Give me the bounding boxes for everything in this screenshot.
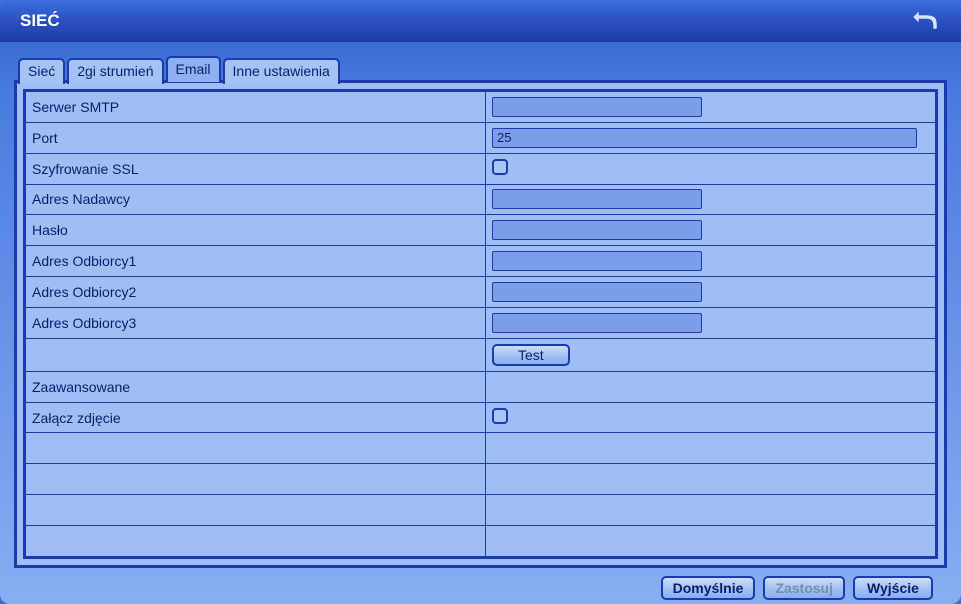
advanced-label: Zaawansowane [26,371,486,402]
password-label: Hasło [26,215,486,246]
row-test: Test [26,338,936,371]
row-empty4 [26,525,936,556]
default-button[interactable]: Domyślnie [661,576,756,600]
test-button[interactable]: Test [492,344,570,366]
back-icon[interactable] [913,9,941,33]
recipient1-input[interactable] [492,251,702,271]
attach-image-checkbox[interactable] [492,408,508,424]
panel: Serwer SMTP Port Szyfrowanie SSL [14,80,947,568]
ssl-checkbox[interactable] [492,159,508,175]
recipient3-label: Adres Odbiorcy3 [26,307,486,338]
smtp-server-label: Serwer SMTP [26,92,486,123]
tab-other-settings[interactable]: Inne ustawienia [223,58,340,84]
ssl-label: Szyfrowanie SSL [26,153,486,184]
tab-second-stream[interactable]: 2gi strumień [67,58,163,84]
smtp-server-input[interactable] [492,97,702,117]
exit-button[interactable]: Wyjście [853,576,933,600]
sender-input[interactable] [492,189,702,209]
row-recipient2: Adres Odbiorcy2 [26,277,936,308]
titlebar: SIEĆ [0,0,961,42]
sender-label: Adres Nadawcy [26,184,486,215]
attach-image-label: Załącz zdjęcie [26,402,486,433]
test-empty-label [26,338,486,371]
window-title: SIEĆ [20,11,60,31]
recipient2-input[interactable] [492,282,702,302]
recipient3-input[interactable] [492,313,702,333]
port-input[interactable] [492,128,917,148]
row-advanced: Zaawansowane [26,371,936,402]
row-attach-image: Załącz zdjęcie [26,402,936,433]
footer-buttons: Domyślnie Zastosuj Wyjście [14,570,947,600]
row-recipient1: Adres Odbiorcy1 [26,246,936,277]
inner-panel: Serwer SMTP Port Szyfrowanie SSL [23,89,938,559]
row-empty3 [26,495,936,526]
apply-button[interactable]: Zastosuj [763,576,845,600]
recipient2-label: Adres Odbiorcy2 [26,277,486,308]
tab-bar: Sieć 2gi strumień Email Inne ustawienia [18,56,947,82]
network-settings-window: SIEĆ Sieć 2gi strumień Email Inne ustawi… [0,0,961,604]
row-password: Hasło [26,215,936,246]
tab-email[interactable]: Email [166,56,221,82]
row-port: Port [26,122,936,153]
row-empty1 [26,433,936,464]
row-sender: Adres Nadawcy [26,184,936,215]
content-area: Sieć 2gi strumień Email Inne ustawienia … [0,42,961,600]
row-empty2 [26,464,936,495]
port-label: Port [26,122,486,153]
row-smtp-server: Serwer SMTP [26,92,936,123]
row-recipient3: Adres Odbiorcy3 [26,307,936,338]
password-input[interactable] [492,220,702,240]
recipient1-label: Adres Odbiorcy1 [26,246,486,277]
tab-network[interactable]: Sieć [18,58,65,84]
row-ssl: Szyfrowanie SSL [26,153,936,184]
email-settings-table: Serwer SMTP Port Szyfrowanie SSL [25,91,936,557]
advanced-value [486,371,936,402]
